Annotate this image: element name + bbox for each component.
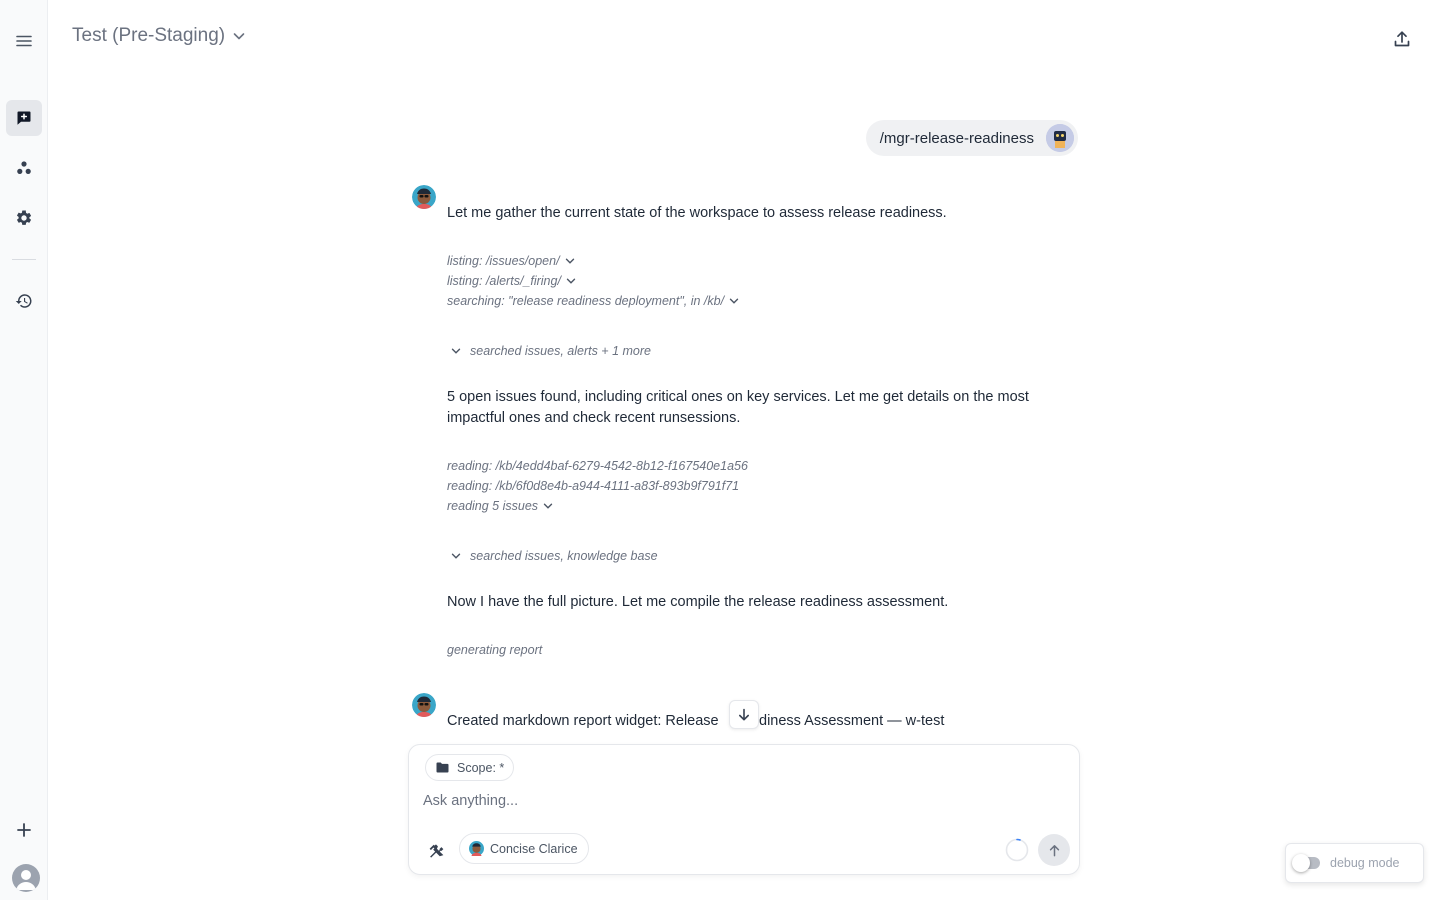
tool-summary-label: searched issues, knowledge base [470, 549, 658, 563]
user-avatar-icon[interactable] [12, 864, 40, 892]
scope-chip[interactable]: Scope: * [425, 754, 515, 781]
status-text: generating report [447, 643, 542, 657]
sidebar-divider [12, 259, 36, 260]
tools-icon [429, 843, 443, 858]
tool-call[interactable]: searching: "release readiness deployment… [447, 294, 740, 308]
tool-call-label: listing: /alerts/_firing/ [447, 274, 561, 288]
tool-call[interactable]: listing: /alerts/_firing/ [447, 274, 577, 288]
tool-call-label: reading: /kb/6f0d8e4b-a944-4111-a83f-893… [447, 479, 740, 493]
persona-label: Concise Clarice [490, 841, 578, 856]
settings-icon[interactable] [6, 200, 42, 236]
add-icon[interactable] [6, 812, 42, 848]
assistant-avatar-icon [412, 693, 436, 717]
history-icon[interactable] [6, 283, 42, 319]
scope-label: Scope: * [457, 760, 505, 775]
tool-call-label: reading: /kb/4edd4baf-6279-4542-8b12-f16… [447, 459, 748, 473]
tool-call-label: searching: "release readiness deployment… [447, 294, 725, 308]
assistant-avatar-icon [412, 185, 436, 209]
export-button[interactable] [1388, 25, 1416, 53]
tool-call[interactable]: reading 5 issues [447, 499, 554, 513]
assistant-message-pre: Created markdown report widget: Release [447, 713, 719, 729]
sidebar [0, 0, 48, 900]
debug-switch[interactable] [1292, 854, 1320, 872]
tool-call-label: reading 5 issues [447, 499, 539, 513]
tool-call: reading: /kb/4edd4baf-6279-4542-8b12-f16… [447, 459, 748, 473]
tool-summary-toggle[interactable]: searched issues, alerts + 1 more [450, 344, 651, 358]
scroll-to-bottom-button[interactable] [729, 700, 759, 729]
workspace-selector[interactable]: Test (Pre-Staging) [72, 25, 247, 47]
arrow-up-icon [1049, 844, 1059, 856]
chevron-down-icon [565, 258, 574, 264]
persona-selector[interactable]: Concise Clarice [459, 833, 589, 864]
assistant-message-post: diness Assessment — w-test [759, 713, 945, 729]
user-message-text: /mgr-release-readiness [879, 129, 1034, 147]
assistant-message: 5 open issues found, including critical … [447, 389, 1029, 426]
debug-mode-toggle[interactable]: debug mode [1285, 843, 1424, 883]
arrow-down-icon [739, 708, 749, 720]
loading-spinner-icon [1005, 838, 1029, 862]
tool-call: reading: /kb/6f0d8e4b-a944-4111-a83f-893… [447, 479, 739, 493]
persona-avatar-icon [469, 841, 484, 856]
chevron-down-icon [566, 278, 576, 284]
chevron-down-icon [451, 553, 461, 559]
debug-mode-label: debug mode [1330, 856, 1400, 870]
upload-icon [1394, 31, 1410, 47]
user-avatar-icon [1046, 124, 1074, 152]
assistant-message: Now I have the full picture. Let me comp… [447, 594, 949, 610]
tool-summary-label: searched issues, alerts + 1 more [470, 344, 651, 358]
chevron-down-icon [729, 298, 739, 304]
new-chat-icon[interactable] [6, 100, 42, 136]
chevron-down-icon [543, 503, 553, 509]
workspace-title: Test (Pre-Staging) [72, 25, 226, 46]
tool-summary-toggle[interactable]: searched issues, knowledge base [450, 549, 658, 563]
composer: Scope: * Concise Clarice [408, 744, 1080, 875]
menu-icon[interactable] [6, 23, 42, 59]
chevron-down-icon [233, 33, 245, 40]
chevron-down-icon [451, 348, 461, 354]
agents-icon[interactable] [6, 150, 42, 186]
assistant-message: Let me gather the current state of the w… [447, 205, 947, 221]
tool-call-label: listing: /issues/open/ [447, 254, 560, 268]
user-message: /mgr-release-readiness [865, 120, 1078, 156]
message-input[interactable] [423, 793, 1023, 809]
folder-icon [436, 762, 449, 773]
send-button[interactable] [1038, 834, 1070, 866]
tools-button[interactable] [425, 839, 447, 861]
status-label: generating report [447, 643, 543, 657]
tool-call[interactable]: listing: /issues/open/ [447, 254, 576, 268]
